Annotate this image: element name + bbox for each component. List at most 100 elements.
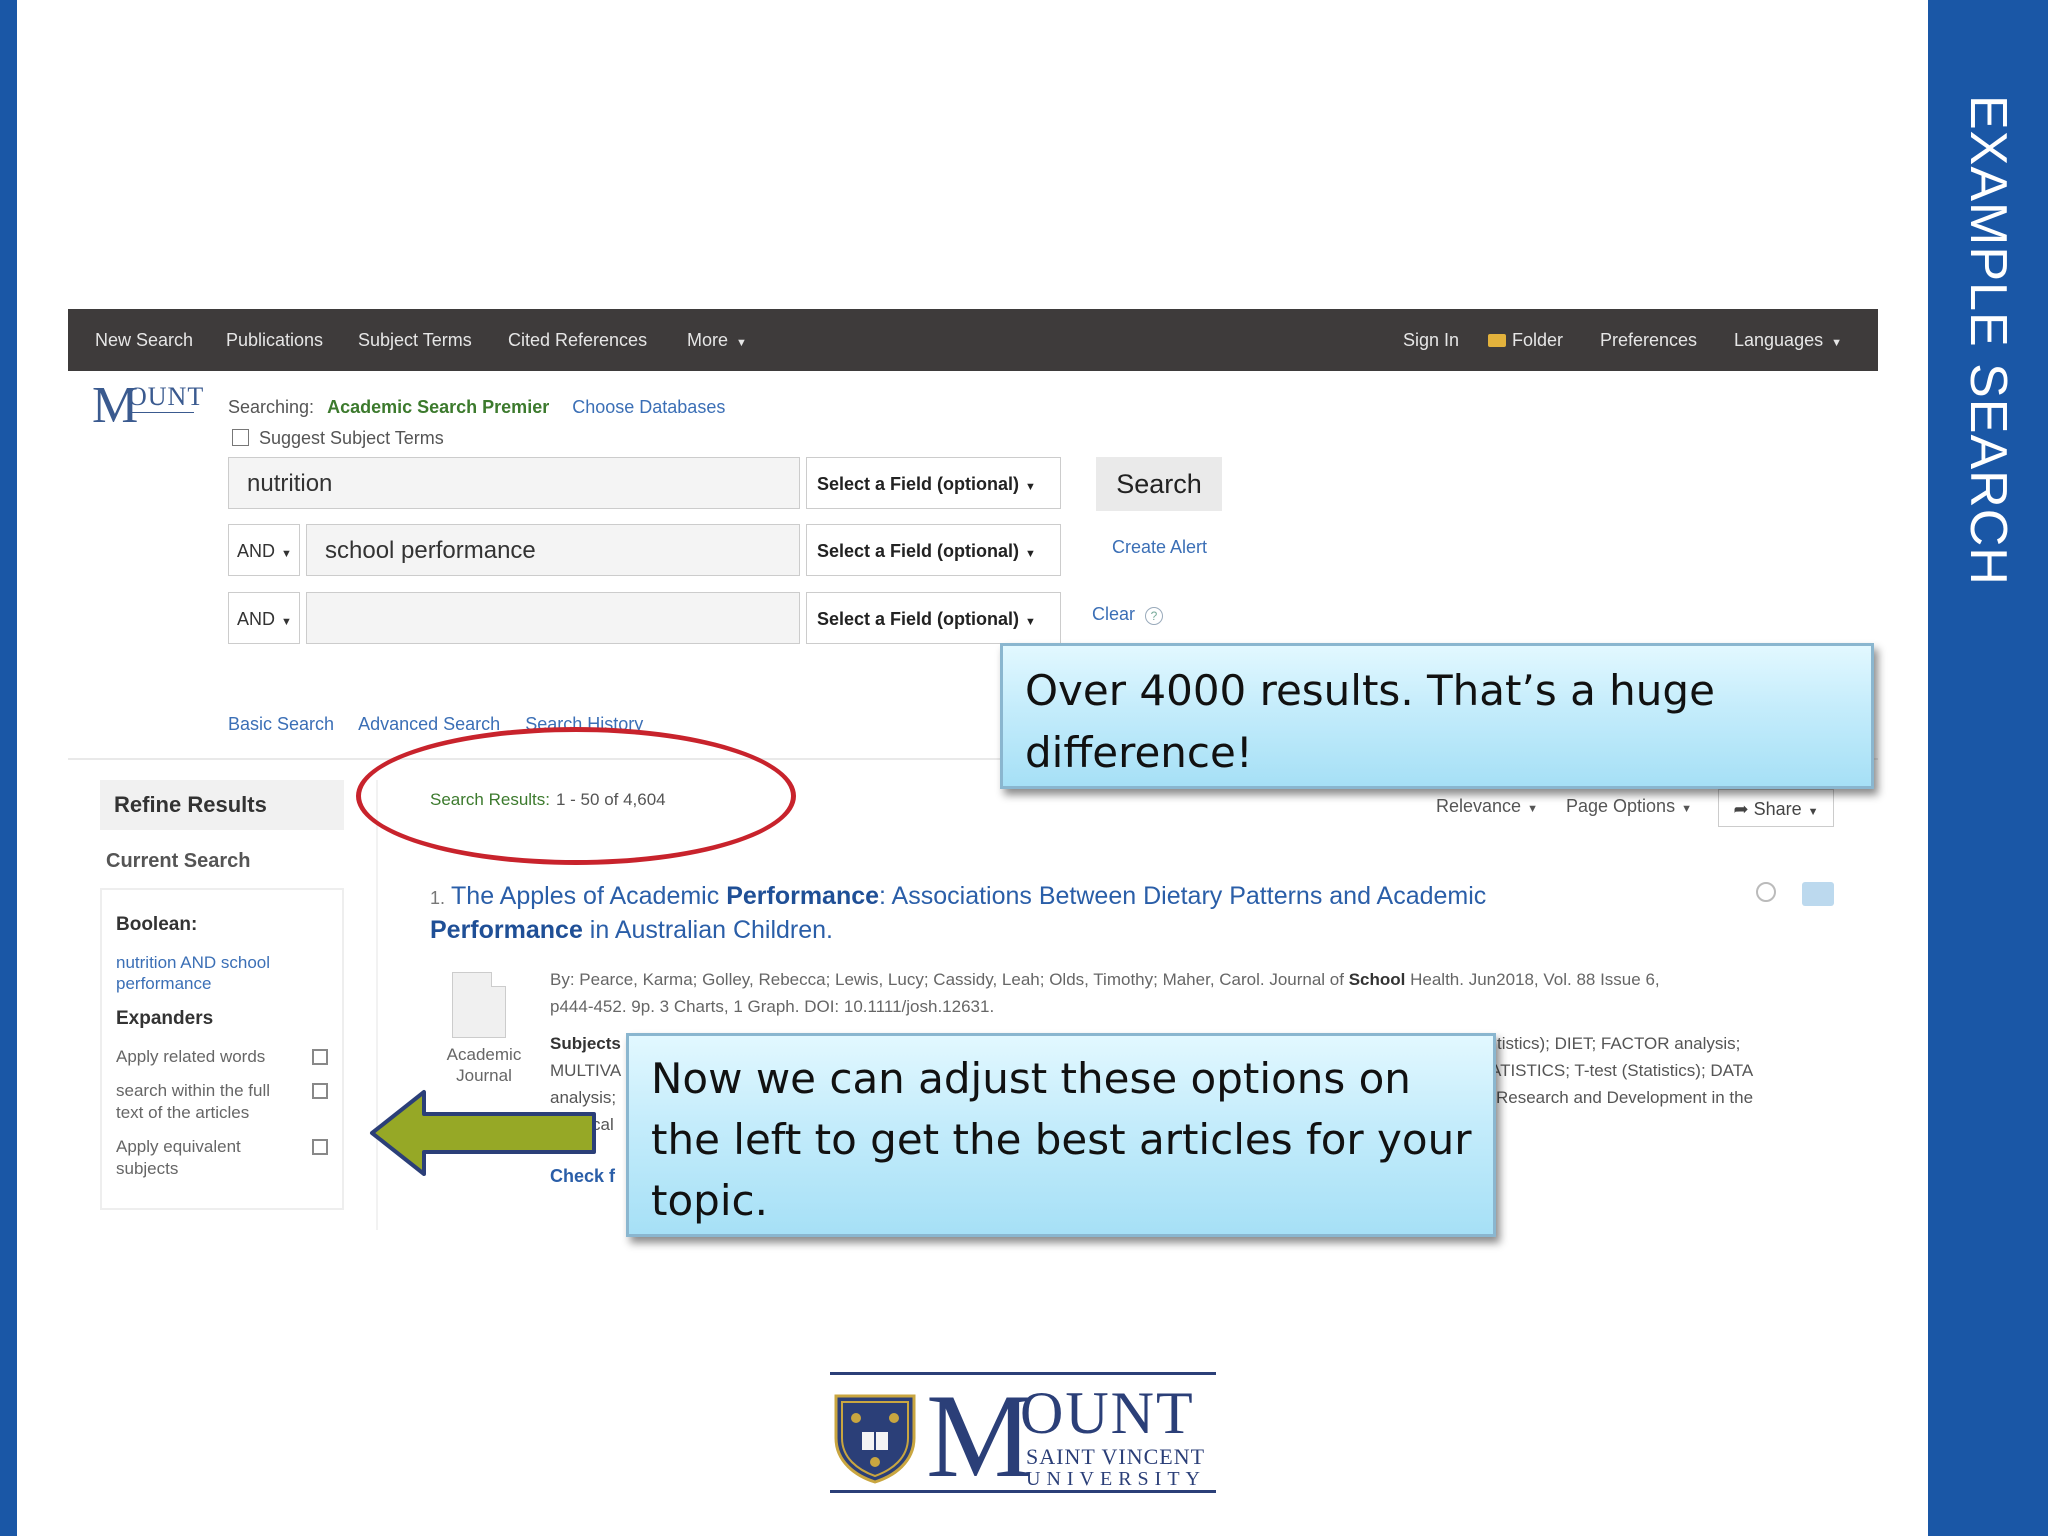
logo-saint-vincent: SAINT VINCENT bbox=[1026, 1444, 1206, 1469]
boolean-query-line1[interactable]: nutrition AND school bbox=[116, 952, 270, 973]
result-title-link[interactable]: 1. The Apples of Academic Performance: As… bbox=[430, 880, 1600, 946]
nav-cited-references[interactable]: Cited References bbox=[508, 309, 647, 371]
expander-full-text-line1: search within the full bbox=[116, 1081, 271, 1100]
logo-university: UNIVERSITY bbox=[1026, 1468, 1206, 1490]
slide-title: EXAMPLE SEARCH bbox=[1959, 95, 2017, 586]
nav-subject-terms[interactable]: Subject Terms bbox=[358, 309, 472, 371]
relevance-label: Relevance bbox=[1436, 796, 1522, 816]
add-to-folder-icon[interactable] bbox=[1802, 882, 1834, 906]
nav-publications[interactable]: Publications bbox=[226, 309, 323, 371]
search-input-2[interactable]: school performance bbox=[306, 524, 800, 576]
searching-line: Searching: Academic Search Premier Choos… bbox=[228, 397, 725, 418]
clear-link[interactable]: Clear? bbox=[1092, 604, 1164, 625]
share-icon: ➦ bbox=[1733, 799, 1754, 819]
boolean-heading: Boolean: bbox=[116, 914, 198, 935]
type-line: Journal bbox=[456, 1066, 512, 1085]
nav-languages[interactable]: Languages ▼ bbox=[1734, 309, 1842, 371]
callout-results: Over 4000 results. That’s a huge differe… bbox=[1000, 643, 1874, 789]
relevance-sort[interactable]: Relevance ▼ bbox=[1436, 796, 1538, 817]
nav-more[interactable]: More ▼ bbox=[687, 309, 747, 371]
boolean-select-3[interactable]: AND ▼ bbox=[228, 592, 300, 644]
expander-equivalent-line2: subjects bbox=[116, 1159, 179, 1178]
field-select-label: Select a Field (optional) bbox=[817, 609, 1020, 629]
search-input-1[interactable]: nutrition bbox=[228, 457, 800, 509]
suggest-checkbox[interactable] bbox=[232, 429, 249, 446]
caret-down-icon: ▼ bbox=[1681, 803, 1692, 815]
preview-icon[interactable] bbox=[1756, 882, 1776, 902]
current-search-heading[interactable]: Current Search bbox=[106, 850, 251, 873]
nav-more-label: More bbox=[687, 330, 729, 350]
field-select-3[interactable]: Select a Field (optional) ▼ bbox=[806, 592, 1061, 644]
boolean-query-line2[interactable]: performance bbox=[116, 973, 211, 994]
expander-checkbox[interactable] bbox=[312, 1139, 328, 1155]
type-line: Academic bbox=[446, 1045, 522, 1064]
expander-checkbox[interactable] bbox=[312, 1049, 328, 1065]
caret-down-icon: ▼ bbox=[1025, 616, 1036, 628]
basic-search-link[interactable]: Basic Search bbox=[228, 714, 334, 734]
title-part: The Apples of Academic bbox=[451, 882, 727, 910]
expander-related-words: Apply related words bbox=[116, 1047, 266, 1066]
subjects-fragment: ATISTICS; T-test (Statistics); DATA bbox=[1490, 1061, 1754, 1080]
searching-label: Searching: bbox=[228, 397, 315, 417]
title-part: in Australian Children. bbox=[582, 916, 833, 944]
caret-down-icon: ▼ bbox=[1025, 548, 1036, 560]
result-number: 1. bbox=[430, 888, 446, 908]
page-options[interactable]: Page Options ▼ bbox=[1566, 796, 1692, 817]
search-button[interactable]: Search bbox=[1096, 457, 1222, 511]
caret-down-icon: ▼ bbox=[281, 616, 292, 628]
highlight-circle bbox=[356, 727, 796, 865]
refine-results-header[interactable]: Refine Results bbox=[100, 780, 344, 830]
byline-part: By: Pearce, Karma; Golley, Rebecca; Lewi… bbox=[550, 970, 1349, 989]
field-select-2[interactable]: Select a Field (optional) ▼ bbox=[806, 524, 1061, 576]
caret-down-icon: ▼ bbox=[1807, 806, 1819, 818]
publication-type: Academic Journal bbox=[440, 1044, 528, 1086]
subjects-fragment: Research and Development in the bbox=[1496, 1088, 1754, 1107]
title-highlight: Performance bbox=[430, 916, 583, 944]
advanced-search-link[interactable]: Advanced Search bbox=[358, 714, 500, 734]
choose-databases-link[interactable]: Choose Databases bbox=[572, 397, 725, 417]
shield-icon bbox=[834, 1394, 916, 1484]
field-select-1[interactable]: Select a Field (optional) ▼ bbox=[806, 457, 1061, 509]
logo-ount: OUNT bbox=[1020, 1380, 1195, 1446]
msvu-logo-small[interactable]: M OUNT bbox=[92, 377, 205, 434]
title-highlight: Performance bbox=[726, 882, 880, 910]
nav-sign-in[interactable]: Sign In bbox=[1403, 309, 1459, 371]
left-accent-bar bbox=[0, 0, 17, 1536]
share-button[interactable]: ➦ Share ▼ bbox=[1718, 789, 1834, 827]
field-select-label: Select a Field (optional) bbox=[817, 474, 1020, 494]
logo-m: M bbox=[926, 1369, 1033, 1502]
expander-equivalent-line1: Apply equivalent bbox=[116, 1137, 241, 1156]
suggest-subject-terms[interactable]: Suggest Subject Terms bbox=[232, 428, 444, 449]
expander-checkbox[interactable] bbox=[312, 1083, 328, 1099]
expander-full-text-line2: text of the articles bbox=[116, 1103, 250, 1122]
search-input-3[interactable] bbox=[306, 592, 800, 644]
subjects-fragment: MULTIVA bbox=[550, 1061, 622, 1080]
left-arrow-icon bbox=[370, 1090, 596, 1176]
byline-part: Health. Jun2018, Vol. 88 Issue 6, bbox=[1405, 970, 1660, 989]
refine-panel: Boolean: nutrition AND school performanc… bbox=[100, 888, 344, 1210]
byline-part: p444-452. 9p. 3 Charts, 1 Graph. DOI: 10… bbox=[550, 997, 995, 1016]
callout-refine: Now we can adjust these options on the l… bbox=[626, 1033, 1496, 1237]
nav-preferences[interactable]: Preferences bbox=[1600, 309, 1697, 371]
suggest-label: Suggest Subject Terms bbox=[259, 428, 444, 448]
folder-icon bbox=[1488, 334, 1506, 347]
caret-down-icon: ▼ bbox=[281, 548, 292, 560]
msvu-logo: M OUNT SAINT VINCENT UNIVERSITY bbox=[830, 1372, 1216, 1496]
logo-small-ount: OUNT bbox=[128, 382, 205, 411]
byline-highlight: School bbox=[1348, 970, 1406, 989]
caret-down-icon: ▼ bbox=[1831, 337, 1842, 349]
nav-folder[interactable]: Folder bbox=[1488, 309, 1563, 371]
result-byline: By: Pearce, Karma; Golley, Rebecca; Lewi… bbox=[550, 966, 1770, 1020]
nav-new-search[interactable]: New Search bbox=[95, 309, 193, 371]
page-options-label: Page Options bbox=[1566, 796, 1676, 816]
help-icon[interactable]: ? bbox=[1145, 607, 1164, 625]
nav-folder-label: Folder bbox=[1512, 330, 1564, 350]
field-select-label: Select a Field (optional) bbox=[817, 541, 1020, 561]
caret-down-icon: ▼ bbox=[1025, 481, 1036, 493]
title-part: : Associations Between Dietary Patterns … bbox=[879, 882, 1487, 910]
academic-journal-icon bbox=[452, 972, 506, 1038]
expanders-heading: Expanders bbox=[116, 1008, 214, 1029]
boolean-select-2[interactable]: AND ▼ bbox=[228, 524, 300, 576]
create-alert-link[interactable]: Create Alert bbox=[1112, 537, 1207, 558]
caret-down-icon: ▼ bbox=[736, 337, 747, 349]
